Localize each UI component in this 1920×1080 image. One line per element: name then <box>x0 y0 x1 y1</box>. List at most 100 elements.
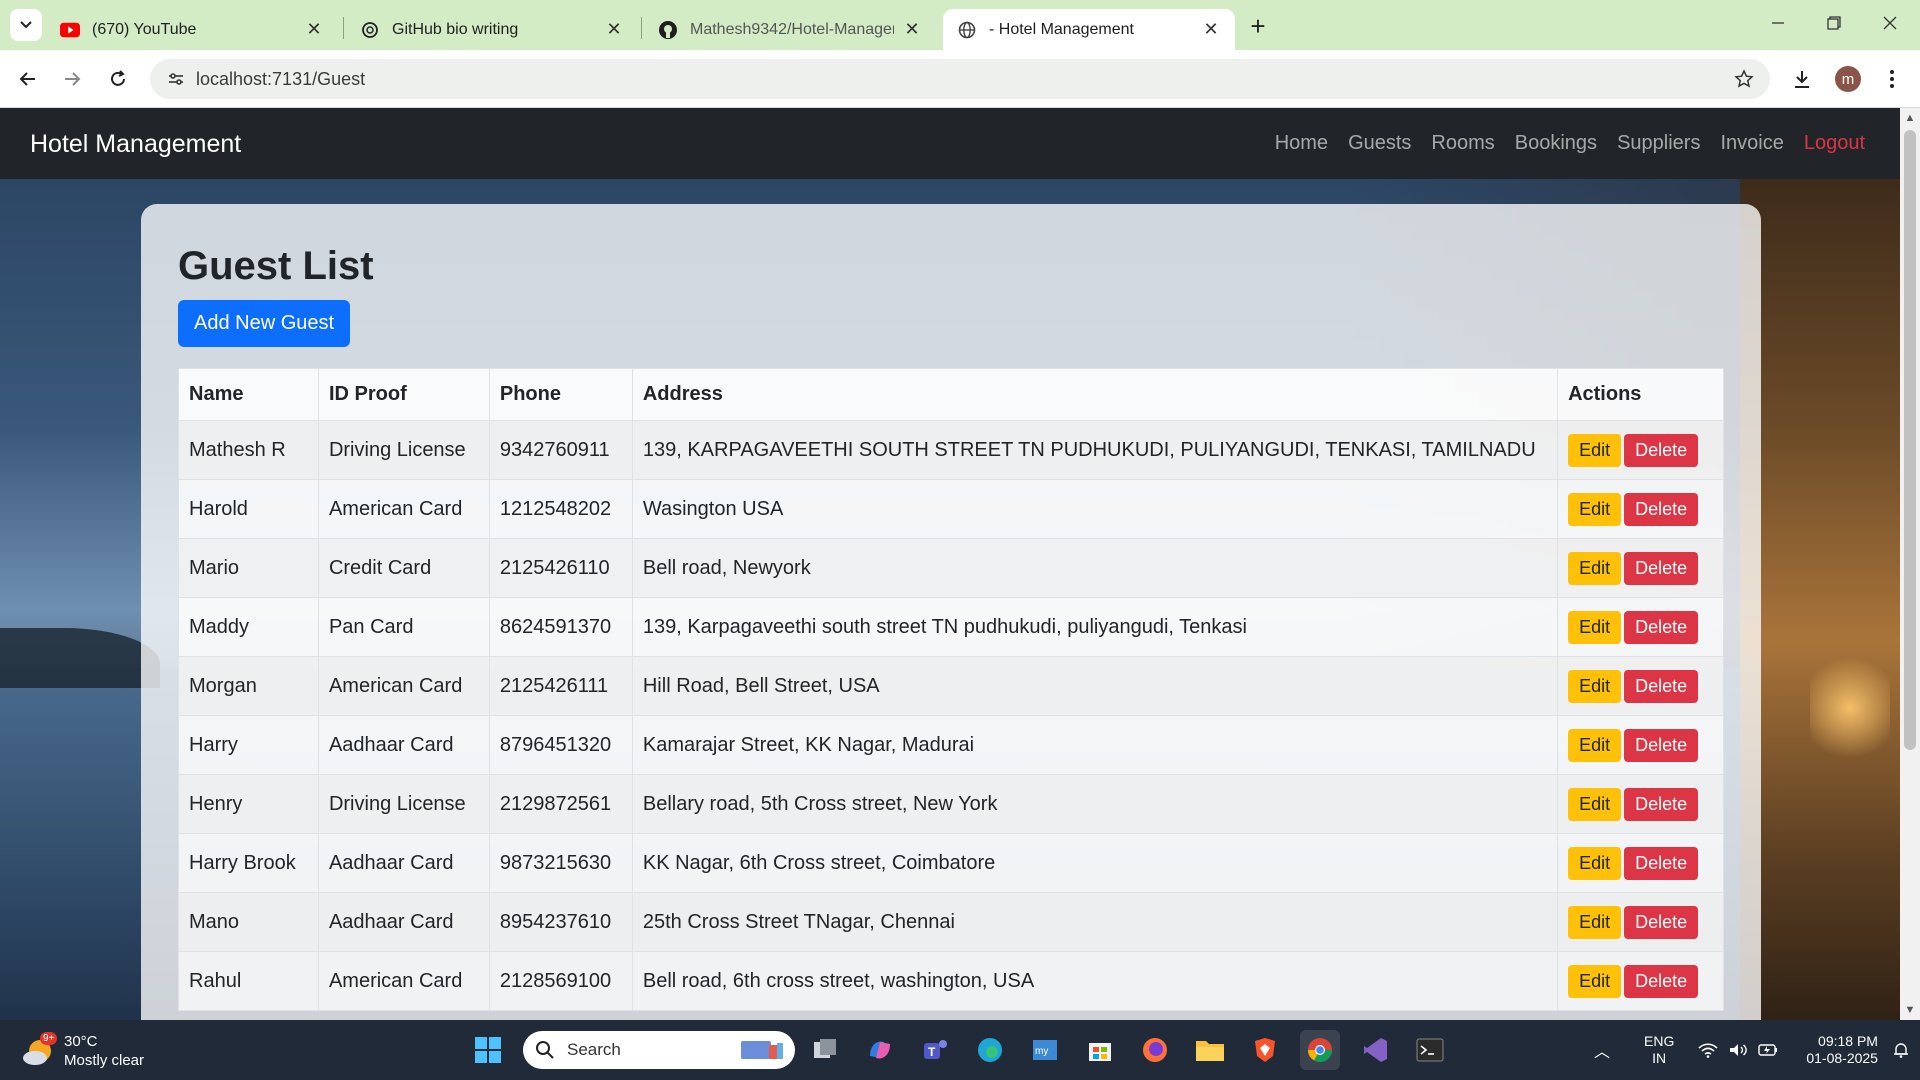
profile-button[interactable]: m <box>1830 61 1866 97</box>
background-resort-hut <box>1740 168 1920 1020</box>
taskbar-app-mysql[interactable]: my <box>1025 1030 1065 1070</box>
guest-name-cell: Maddy <box>178 597 319 657</box>
taskbar-app-chrome[interactable] <box>1300 1030 1340 1070</box>
guest-address-cell: Bell road, Newyork <box>631 538 1559 598</box>
forward-button[interactable] <box>54 61 90 97</box>
restore-button[interactable] <box>1806 0 1862 46</box>
edit-button[interactable]: Edit <box>1568 728 1622 762</box>
edit-button[interactable]: Edit <box>1568 787 1622 821</box>
youtube-icon <box>60 20 80 40</box>
tab-search-button[interactable] <box>10 9 42 41</box>
edit-button[interactable]: Edit <box>1568 846 1622 880</box>
delete-button[interactable]: Delete <box>1624 492 1699 526</box>
address-bar[interactable]: localhost:7131/Guest <box>150 59 1770 99</box>
edge-icon <box>978 1038 1002 1062</box>
teams-icon: T <box>924 1040 947 1059</box>
browser-menu-button[interactable] <box>1874 61 1910 97</box>
taskbar-app-copilot[interactable] <box>860 1030 900 1070</box>
delete-button[interactable]: Delete <box>1624 669 1699 703</box>
reload-icon <box>111 70 125 86</box>
tab-title: GitHub bio writing <box>392 20 519 38</box>
weather-widget[interactable]: 9+ 30°C Mostly clear <box>22 1032 182 1072</box>
taskbar-app-visual-studio[interactable] <box>1355 1030 1395 1070</box>
downloads-button[interactable] <box>1784 61 1820 97</box>
delete-button[interactable]: Delete <box>1624 787 1699 821</box>
arrow-left-icon <box>19 72 35 86</box>
edit-button[interactable]: Edit <box>1568 551 1622 585</box>
browser-tab-hotel-management[interactable]: - Hotel Management ✕ <box>943 9 1235 50</box>
browser-tab-github-repo[interactable]: Mathesh9342/Hotel-Management ✕ <box>644 9 936 50</box>
taskbar-app-edge[interactable] <box>970 1030 1010 1070</box>
scrollbar-thumb[interactable] <box>1904 130 1916 750</box>
nav-link-logout[interactable]: Logout <box>1804 132 1865 155</box>
url-text[interactable]: localhost:7131/Guest <box>196 69 365 90</box>
taskbar-app-terminal[interactable] <box>1410 1030 1450 1070</box>
delete-button[interactable]: Delete <box>1624 551 1699 585</box>
new-tab-button[interactable]: + <box>1244 11 1272 41</box>
edit-button[interactable]: Edit <box>1568 433 1622 467</box>
taskbar-app-store[interactable] <box>1080 1030 1120 1070</box>
delete-button[interactable]: Delete <box>1624 964 1699 998</box>
nav-link-invoice[interactable]: Invoice <box>1720 132 1783 155</box>
delete-button[interactable]: Delete <box>1624 728 1699 762</box>
clock-date: 01-08-2025 <box>1806 1050 1878 1066</box>
edit-button[interactable]: Edit <box>1568 905 1622 939</box>
volume-icon[interactable] <box>1728 1042 1748 1058</box>
start-button[interactable] <box>468 1030 508 1070</box>
taskbar-app-file-explorer[interactable] <box>1190 1030 1230 1070</box>
delete-button[interactable]: Delete <box>1624 905 1699 939</box>
close-window-button[interactable] <box>1862 0 1918 46</box>
nav-link-rooms[interactable]: Rooms <box>1431 132 1494 155</box>
delete-button[interactable]: Delete <box>1624 846 1699 880</box>
guest-name-cell: Mano <box>178 892 319 952</box>
battery-icon[interactable] <box>1758 1043 1778 1057</box>
delete-button[interactable]: Delete <box>1624 433 1699 467</box>
edit-button[interactable]: Edit <box>1568 669 1622 703</box>
add-new-guest-button[interactable]: Add New Guest <box>178 300 351 347</box>
browser-tab-github-bio[interactable]: GitHub bio writing ✕ <box>346 9 638 50</box>
close-tab-icon[interactable]: ✕ <box>304 19 324 40</box>
browser-tab-strip: (670) YouTube ✕ GitHub bio writing ✕ Mat… <box>0 0 1920 50</box>
guest-id-proof-cell: Aadhaar Card <box>317 833 490 893</box>
guest-address-cell: Hill Road, Bell Street, USA <box>631 656 1559 716</box>
minimize-button[interactable] <box>1750 0 1806 46</box>
guest-name-cell: Harry <box>178 715 319 775</box>
close-tab-icon[interactable]: ✕ <box>902 19 922 40</box>
table-row: Mario Credit Card 2125426110 Bell road, … <box>178 538 1724 598</box>
edit-button[interactable]: Edit <box>1568 492 1622 526</box>
guest-name-cell: Rahul <box>178 951 319 1011</box>
site-settings-icon[interactable] <box>164 67 188 91</box>
task-view-button[interactable] <box>805 1030 845 1070</box>
guest-id-proof-cell: American Card <box>317 656 490 716</box>
edit-button[interactable]: Edit <box>1568 610 1622 644</box>
guest-name-cell: Mathesh R <box>178 420 319 480</box>
back-button[interactable] <box>10 61 46 97</box>
chevron-up-icon[interactable]: ︿ <box>1590 1038 1614 1062</box>
taskbar-search-box[interactable]: Search <box>523 1031 795 1069</box>
notification-bell-icon[interactable] <box>1892 1041 1910 1059</box>
taskbar-app-brave[interactable] <box>1245 1030 1285 1070</box>
wifi-icon[interactable] <box>1698 1042 1718 1058</box>
taskbar-app-firefox[interactable] <box>1135 1030 1175 1070</box>
nav-link-guests[interactable]: Guests <box>1348 132 1411 155</box>
download-icon <box>1795 71 1809 88</box>
close-tab-icon[interactable]: ✕ <box>1201 19 1221 40</box>
browser-tab-youtube[interactable]: (670) YouTube ✕ <box>46 9 338 50</box>
bookmark-star-icon[interactable] <box>1732 67 1756 91</box>
input-language-indicator[interactable]: ENG IN <box>1644 1033 1674 1067</box>
navbar-brand[interactable]: Hotel Management <box>30 130 241 159</box>
close-tab-icon[interactable]: ✕ <box>604 19 624 40</box>
nav-link-suppliers[interactable]: Suppliers <box>1617 132 1700 155</box>
delete-button[interactable]: Delete <box>1624 610 1699 644</box>
reload-button[interactable] <box>100 61 136 97</box>
edit-button[interactable]: Edit <box>1568 964 1622 998</box>
scroll-up-arrow-icon[interactable]: ▲ <box>1903 111 1917 125</box>
nav-link-home[interactable]: Home <box>1275 132 1328 155</box>
weather-condition: Mostly clear <box>64 1052 145 1069</box>
guest-address-cell: KK Nagar, 6th Cross street, Coimbatore <box>631 833 1559 893</box>
nav-link-bookings[interactable]: Bookings <box>1515 132 1597 155</box>
clock[interactable]: 09:18 PM 01-08-2025 <box>1806 1033 1878 1067</box>
scroll-down-arrow-icon[interactable]: ▼ <box>1903 1003 1917 1017</box>
taskbar-app-teams[interactable]: T <box>915 1030 955 1070</box>
page-scrollbar[interactable]: ▲ ▼ <box>1900 108 1920 1020</box>
